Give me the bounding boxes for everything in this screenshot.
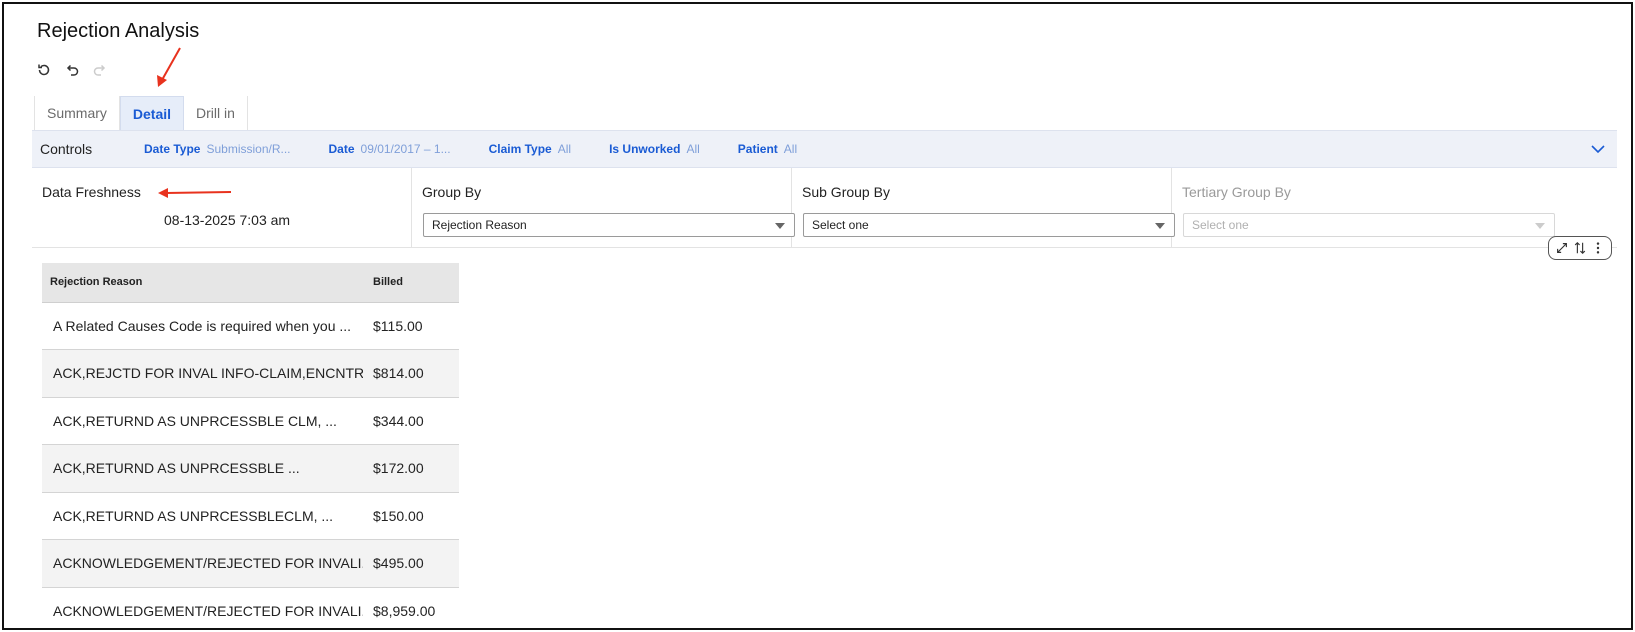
- filter-label: Date Type: [144, 142, 201, 156]
- controls-bar: Controls Date Type Submission/R... Date …: [32, 130, 1617, 168]
- cell-rejection-reason: ACKNOWLEDGEMENT/REJECTED FOR INVALI...: [42, 539, 363, 588]
- cell-rejection-reason: ACK,RETURND AS UNPRCESSBLE ...: [42, 444, 363, 493]
- group-by-panel: Group By Rejection Reason: [412, 168, 795, 247]
- filter-label: Is Unworked: [609, 142, 681, 156]
- data-freshness-time: 08-13-2025 7:03 am: [164, 212, 291, 228]
- cell-rejection-reason: ACK,REJCTD FOR INVAL INFO-CLAIM,ENCNTR..…: [42, 349, 363, 398]
- cell-billed: $495.00: [363, 539, 459, 588]
- group-by-select[interactable]: Rejection Reason: [423, 213, 795, 237]
- tertiary-group-by-panel: Tertiary Group By Select one: [1172, 168, 1617, 247]
- dropdown-caret-icon: [775, 223, 785, 229]
- rejection-table: Rejection Reason Billed A Related Causes…: [42, 263, 459, 632]
- table-row[interactable]: ACK,RETURND AS UNPRCESSBLE ... $172.00: [42, 444, 459, 493]
- expand-icon[interactable]: [1554, 240, 1570, 256]
- cell-billed: $172.00: [363, 444, 459, 493]
- cell-rejection-reason: ACKNOWLEDGEMENT/REJECTED FOR INVALI...: [42, 587, 363, 632]
- filter-date[interactable]: Date 09/01/2017 – 1...: [329, 142, 451, 156]
- tab-summary[interactable]: Summary: [35, 96, 120, 130]
- sub-group-by-panel: Sub Group By Select one: [792, 168, 1175, 247]
- table-row[interactable]: ACK,RETURND AS UNPRCESSBLECLM, ... $150.…: [42, 492, 459, 540]
- table-row[interactable]: ACK,RETURND AS UNPRCESSBLE CLM, ... $344…: [42, 397, 459, 445]
- table-row[interactable]: A Related Causes Code is required when y…: [42, 302, 459, 350]
- cell-billed: $8,959.00: [363, 587, 459, 632]
- undo-icon[interactable]: [62, 60, 82, 80]
- sub-group-by-select[interactable]: Select one: [803, 213, 1175, 237]
- filter-value: 09/01/2017 – 1...: [360, 142, 451, 156]
- dropdown-caret-icon: [1535, 223, 1545, 229]
- cell-billed: $344.00: [363, 397, 459, 445]
- sort-icon[interactable]: [1572, 240, 1588, 256]
- data-freshness-label: Data Freshness: [42, 184, 141, 200]
- cell-billed: $115.00: [363, 302, 459, 350]
- grouping-panel: Data Freshness 08-13-2025 7:03 am Group …: [32, 168, 1617, 248]
- group-by-value: Rejection Reason: [432, 218, 527, 232]
- tertiary-group-by-label: Tertiary Group By: [1182, 184, 1291, 200]
- filter-label: Patient: [737, 142, 778, 156]
- filter-patient[interactable]: Patient All: [738, 142, 797, 156]
- filter-is-unworked[interactable]: Is Unworked All: [609, 142, 700, 156]
- table-header-row: Rejection Reason Billed: [42, 263, 459, 303]
- cell-billed: $814.00: [363, 349, 459, 398]
- group-by-label: Group By: [422, 184, 482, 200]
- column-header-billed[interactable]: Billed: [363, 263, 459, 303]
- refresh-icon[interactable]: [34, 60, 54, 80]
- tab-drill-in[interactable]: Drill in: [184, 96, 248, 130]
- data-freshness-panel: Data Freshness 08-13-2025 7:03 am: [32, 168, 412, 247]
- sub-group-by-value: Select one: [812, 218, 869, 232]
- cell-rejection-reason: A Related Causes Code is required when y…: [42, 302, 363, 350]
- filter-date-type[interactable]: Date Type Submission/R...: [144, 142, 291, 156]
- cell-rejection-reason: ACK,RETURND AS UNPRCESSBLE CLM, ...: [42, 397, 363, 445]
- toolbar: [34, 60, 110, 80]
- filter-value: All: [557, 142, 572, 156]
- table-row[interactable]: ACKNOWLEDGEMENT/REJECTED FOR INVALI... $…: [42, 539, 459, 588]
- tab-bar: Summary Detail Drill in: [34, 96, 248, 130]
- cell-rejection-reason: ACK,RETURND AS UNPRCESSBLECLM, ...: [42, 492, 363, 540]
- widget-toolbar: [1548, 236, 1612, 260]
- cell-billed: $150.00: [363, 492, 459, 540]
- table-row[interactable]: ACK,REJCTD FOR INVAL INFO-CLAIM,ENCNTR..…: [42, 349, 459, 398]
- controls-title: Controls: [40, 141, 93, 157]
- filter-value: Submission/R...: [206, 142, 291, 156]
- tab-detail[interactable]: Detail: [119, 96, 185, 130]
- page-title: Rejection Analysis: [37, 20, 200, 42]
- column-header-rejection-reason[interactable]: Rejection Reason: [42, 263, 363, 303]
- sub-group-by-label: Sub Group By: [802, 184, 890, 200]
- filter-label: Claim Type: [488, 142, 552, 156]
- tertiary-group-by-select: Select one: [1183, 213, 1555, 237]
- table-row[interactable]: ACKNOWLEDGEMENT/REJECTED FOR INVALI... $…: [42, 587, 459, 632]
- dropdown-caret-icon: [1155, 223, 1165, 229]
- filter-value: All: [783, 142, 798, 156]
- more-vertical-icon[interactable]: [1590, 240, 1606, 256]
- redo-icon[interactable]: [90, 60, 110, 80]
- tertiary-group-by-value: Select one: [1192, 218, 1249, 232]
- filter-claim-type[interactable]: Claim Type All: [489, 142, 571, 156]
- filter-value: All: [686, 142, 700, 156]
- chevron-down-icon[interactable]: [1589, 140, 1607, 158]
- filter-label: Date: [328, 142, 355, 156]
